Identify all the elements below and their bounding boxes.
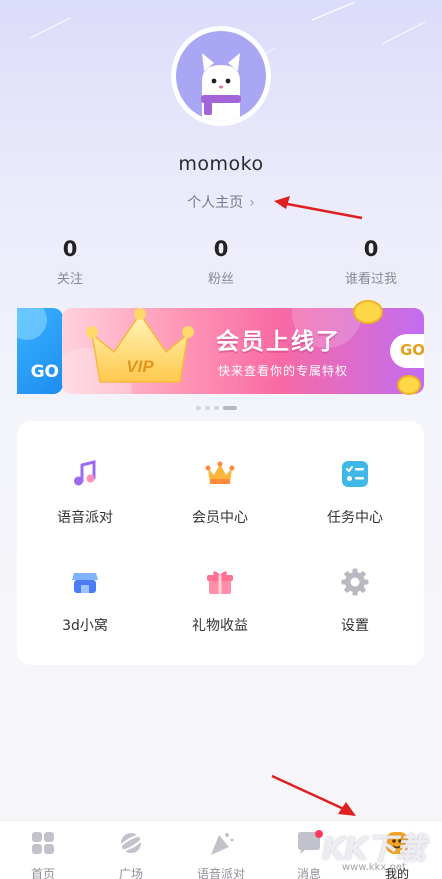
stat-fans[interactable]: 0 粉丝: [166, 236, 276, 287]
gift-icon: [207, 571, 233, 594]
crown-icon: VIP: [86, 308, 194, 383]
vip-badge-text: VIP: [126, 357, 154, 376]
feature-label: 会员中心: [192, 510, 248, 526]
banner-carousel[interactable]: GO VIP 会员上线了 快来查看你的专属特权 GO: [0, 298, 442, 406]
task-list-icon: [342, 461, 368, 487]
home-grid-icon: [32, 832, 54, 854]
tab-label: 首页: [30, 867, 55, 879]
tab-home[interactable]: 首页: [3, 829, 83, 879]
homepage-link[interactable]: 个人主页 ›: [0, 192, 442, 212]
carousel-dot: [196, 406, 201, 410]
coin-icon: [353, 300, 383, 324]
shop-icon: [72, 573, 98, 593]
feature-label: 礼物收益: [192, 618, 248, 634]
carousel-indicator: [196, 406, 237, 412]
music-note-icon: [74, 460, 96, 486]
feature-label: 语音派对: [57, 510, 113, 526]
feature-3d-room[interactable]: 3d小窝: [30, 567, 140, 635]
watermark-url: www.kkx.net: [342, 862, 406, 873]
feature-settings[interactable]: 设置: [300, 567, 410, 635]
stat-visitors[interactable]: 0 谁看过我: [316, 236, 426, 287]
crown-icon: [205, 461, 235, 484]
stat-label: 谁看过我: [344, 272, 397, 287]
feature-voice-party[interactable]: 语音派对: [30, 459, 140, 527]
feature-task-center[interactable]: 任务中心: [300, 459, 410, 527]
feature-gift-income[interactable]: 礼物收益: [165, 567, 275, 635]
stat-following[interactable]: 0 关注: [15, 236, 125, 287]
avatar[interactable]: [171, 26, 271, 126]
message-icon: [298, 830, 323, 854]
feature-label: 3d小窝: [62, 618, 108, 634]
gear-icon: [341, 568, 369, 596]
banner-subtitle: 快来查看你的专属特权: [218, 364, 349, 378]
tab-label: 语音派对: [196, 867, 245, 879]
avatar-image: [176, 31, 266, 121]
feature-label: 设置: [341, 618, 369, 634]
banner-previous-slide[interactable]: GO: [17, 308, 63, 394]
planet-icon: [117, 833, 145, 853]
stat-label: 关注: [56, 272, 83, 287]
username: momoko: [178, 153, 264, 175]
party-icon: [211, 833, 234, 855]
feature-label: 任务中心: [327, 510, 383, 526]
feature-vip-center[interactable]: 会员中心: [165, 459, 275, 527]
banner-go-button[interactable]: GO: [390, 334, 424, 368]
carousel-dot: [214, 406, 219, 410]
chevron-right-icon: ›: [249, 195, 255, 211]
stat-value: 0: [213, 237, 229, 261]
annotation-arrow-me-tab: [271, 774, 356, 816]
tab-voice-party[interactable]: 语音派对: [181, 829, 261, 879]
banner-title: 会员上线了: [216, 329, 341, 355]
tab-square[interactable]: 广场: [91, 829, 171, 879]
banner-previous-go: GO: [30, 362, 59, 382]
tab-label: 广场: [118, 867, 143, 879]
stat-value: 0: [62, 237, 78, 261]
carousel-dot: [205, 406, 210, 410]
coin-icon: [397, 375, 421, 395]
stat-label: 粉丝: [207, 272, 234, 287]
homepage-label: 个人主页: [187, 195, 244, 211]
carousel-dot-active: [223, 406, 237, 410]
stat-value: 0: [363, 237, 379, 261]
feature-card: 语音派对 会员中心 任务中心 3d小窝 礼物收益 设置: [17, 421, 424, 665]
